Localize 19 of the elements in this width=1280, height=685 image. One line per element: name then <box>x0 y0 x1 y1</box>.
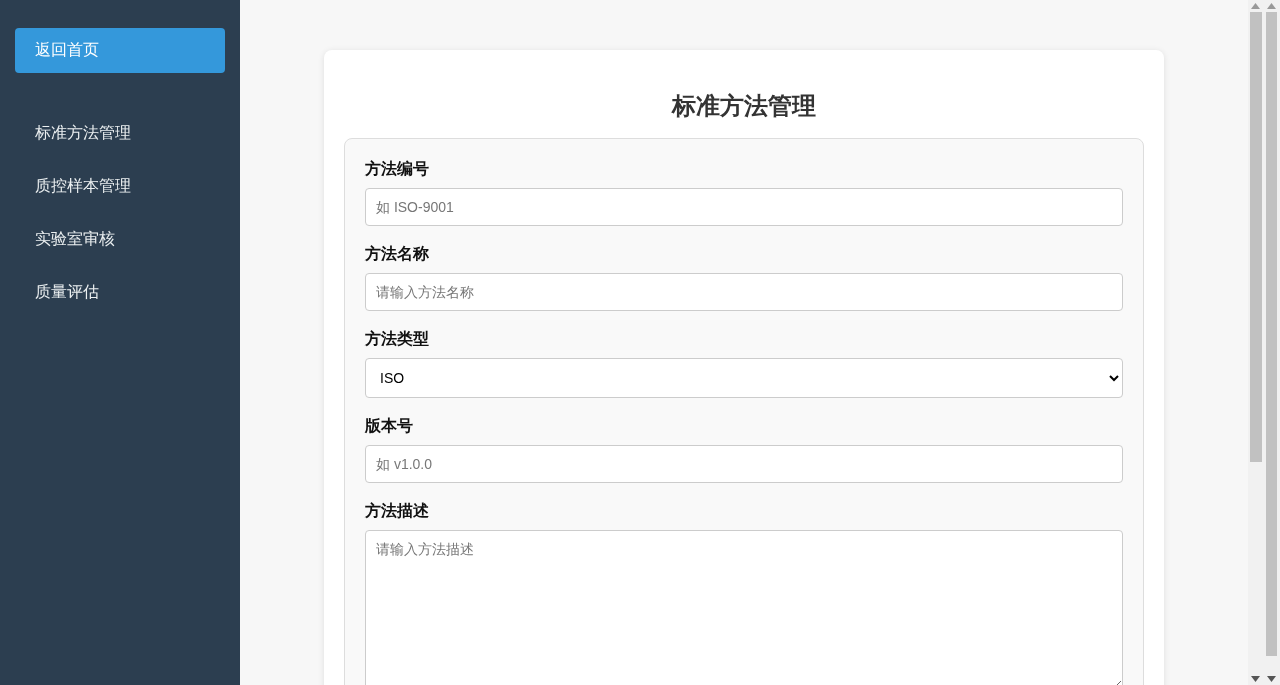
scrollbar-thumb[interactable] <box>1266 12 1277 656</box>
sidebar-item[interactable]: 标准方法管理 <box>15 107 151 160</box>
scrollbar[interactable] <box>1248 0 1263 685</box>
sidebar-item[interactable]: 实验室审核 <box>15 213 135 266</box>
field-label: 方法描述 <box>365 501 429 521</box>
page-title: 标准方法管理 <box>672 91 816 121</box>
sidebar-item[interactable]: 质量评估 <box>15 266 119 319</box>
text-field[interactable]: 请输入方法名称 <box>365 273 1123 311</box>
field-label: 方法名称 <box>365 244 429 264</box>
text-area[interactable]: 请输入方法描述 <box>365 530 1123 685</box>
field-label: 方法编号 <box>365 159 429 179</box>
field-label: 版本号 <box>365 416 413 436</box>
text-field[interactable]: 如 ISO-9001 <box>365 188 1123 226</box>
scrollbar[interactable] <box>1263 0 1280 685</box>
dropdown-field[interactable]: ISO <box>365 358 1123 398</box>
text-field[interactable]: 如 v1.0.0 <box>365 445 1123 483</box>
sidebar-item[interactable]: 质控样本管理 <box>15 160 151 213</box>
field-label: 方法类型 <box>365 329 429 349</box>
scrollbar-thumb[interactable] <box>1249 12 1262 462</box>
